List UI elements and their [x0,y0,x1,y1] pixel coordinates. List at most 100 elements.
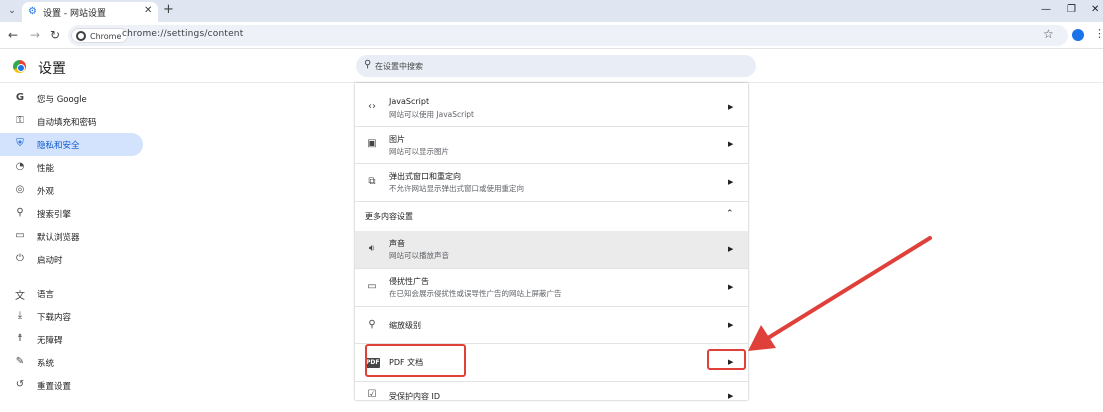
sidebar-item-system[interactable]: ✎ 系统 [0,351,143,374]
row-subtitle: 网站可以使用 JavaScript [389,110,474,119]
page-title: 设置 [38,61,66,77]
ad-icon: ▭ [367,281,377,292]
translate-icon: 文 [15,291,25,302]
chrome-logo-icon [13,60,26,73]
arrow-right-icon: ▶ [728,245,734,253]
row-title: 弹出式窗口和重定向 [389,172,461,181]
palette-icon: ◎ [15,184,25,195]
arrow-right-icon: ▶ [728,140,734,148]
power-icon: ⏻ [16,253,24,264]
tab-search-chevron-icon[interactable]: ⌄ [5,4,19,18]
speaker-icon: 🔉︎ [368,243,376,254]
section-title: 更多内容设置 [365,212,413,221]
sidebar-item-label: 重置设置 [37,382,72,392]
sidebar-item-accessibility[interactable]: ☨ 无障碍 [0,328,143,351]
sidebar-item-label: 系统 [37,359,55,369]
more-content-settings-toggle[interactable]: 更多内容设置 ⌃ [355,202,748,231]
sidebar-item-label: 下载内容 [37,313,72,323]
search-placeholder: 在设置中搜索 [375,62,423,71]
sidebar-item-label: 性能 [37,164,55,174]
row-subtitle: 不允许网站显示弹出式窗口或使用重定向 [389,184,524,193]
row-intrusive-ads[interactable]: ▭ 侵扰性广告 在已知会展示侵扰性或误导性广告的网站上屏蔽广告 ▶ [355,269,748,307]
new-tab-icon[interactable]: + [163,3,174,17]
row-zoom-levels[interactable]: ⚲ 缩放级别 ▶ [355,307,748,344]
row-title: JavaScript [389,97,430,106]
sidebar-item-label: 自动填充和密码 [37,118,97,128]
popup-icon: ⧉ [368,176,376,187]
site-chip[interactable]: Chrome [71,28,129,43]
sidebar-item-label: 外观 [37,187,55,197]
row-title: 受保护内容 ID [389,392,441,401]
sidebar-item-default-browser[interactable]: ▭ 默认浏览器 [0,225,143,248]
bookmark-star-icon[interactable]: ☆ [1043,27,1054,41]
forward-icon[interactable]: → [30,28,40,42]
arrow-right-icon: ▶ [728,283,734,291]
sidebar-item-label: 隐私和安全 [37,141,80,151]
annotation-highlight-pdf-arrow [707,349,746,370]
sidebar-item-google[interactable]: G 您与 Google [0,87,143,110]
minimize-icon[interactable]: — [1041,4,1051,15]
browser-toolbar: ← → ↻ Chrome chrome://settings/content [0,22,1103,49]
protected-content-icon: ☑ [367,389,377,400]
sidebar-item-languages[interactable]: 文 语言 [0,282,143,305]
browser-window-icon: ▭ [15,230,25,241]
key-icon: ⚿ [16,115,24,126]
sidebar-item-appearance[interactable]: ◎ 外观 [0,179,143,202]
chevron-up-icon: ⌃ [726,209,734,219]
close-icon[interactable]: ✕ [144,5,152,16]
chrome-icon [76,31,86,41]
search-icon: ⚲ [16,207,24,218]
sidebar-item-autofill[interactable]: ⚿ 自动填充和密码 [0,110,143,133]
arrow-right-icon: ▶ [728,103,734,111]
sidebar-item-label: 无障碍 [37,336,63,346]
arrow-right-icon: ▶ [728,321,734,329]
google-g-icon: G [15,92,25,103]
restore-icon[interactable]: ❐ [1067,4,1076,15]
row-subtitle: 网站可以播放声音 [389,251,449,260]
arrow-right-icon: ▶ [728,178,734,186]
back-icon[interactable]: ← [8,28,18,42]
image-icon: ▣ [367,138,377,149]
speedometer-icon: ◔ [15,161,25,172]
row-title: 缩放级别 [389,321,421,330]
sidebar-item-performance[interactable]: ◔ 性能 [0,156,143,179]
row-title: 声音 [389,239,405,248]
row-protected-content[interactable]: ☑ 受保护内容 ID ▶ [355,382,748,412]
sidebar-item-label: 默认浏览器 [37,233,80,243]
sidebar-item-label: 您与 Google [37,95,87,105]
annotation-highlight-pdf-label [365,344,466,377]
address-bar[interactable]: Chrome chrome://settings/content [68,25,1068,46]
sidebar-item-downloads[interactable]: ⤓ 下载内容 [0,305,143,328]
sidebar-item-reset[interactable]: ↺ 重置设置 [0,374,143,397]
sidebar-item-search-engine[interactable]: ⚲ 搜索引擎 [0,202,143,225]
sidebar-item-label: 启动时 [37,256,63,266]
shield-icon: ⛨ [16,138,24,149]
window-close-icon[interactable]: ✕ [1091,4,1099,15]
more-menu-icon[interactable]: ⋮ [1094,27,1103,40]
sidebar-item-label: 搜索引擎 [37,210,72,220]
sidebar-item-privacy[interactable]: ⛨ 隐私和安全 [0,133,143,156]
arrow-right-icon: ▶ [728,392,734,400]
reset-icon: ↺ [15,379,25,390]
row-subtitle: 在已知会展示侵扰性或误导性广告的网站上屏蔽广告 [389,289,562,298]
search-icon: ⚲ [364,59,372,70]
tab-title: 设置 - 网站设置 [43,9,106,19]
settings-search-input[interactable]: ⚲ 在设置中搜索 [356,55,756,77]
row-images[interactable]: ▣ 图片 网站可以显示图片 ▶ [355,127,748,164]
zoom-icon: ⚲ [368,319,376,330]
row-sound[interactable]: 🔉︎ 声音 网站可以播放声音 ▶ [355,231,748,269]
sidebar-item-label: 语言 [37,290,55,300]
row-javascript[interactable]: ‹› JavaScript 网站可以使用 JavaScript ▶ [355,90,748,127]
tab-settings[interactable]: ⚙ 设置 - 网站设置 ✕ [22,2,158,22]
url-text[interactable]: chrome://settings/content [122,29,243,39]
sidebar-item-on-startup[interactable]: ⏻ 启动时 [0,248,143,271]
accessibility-icon: ☨ [17,333,23,344]
wrench-icon: ✎ [15,356,25,367]
row-popups[interactable]: ⧉ 弹出式窗口和重定向 不允许网站显示弹出式窗口或使用重定向 ▶ [355,164,748,202]
settings-header: 设置 ⚲ 在设置中搜索 [0,49,1103,83]
row-title: 图片 [389,135,405,144]
tab-strip: ⌄ ⚙ 设置 - 网站设置 ✕ + — ❐ ✕ [0,0,1103,22]
profile-avatar[interactable] [1072,29,1084,41]
chip-label: Chrome [90,32,122,41]
reload-icon[interactable]: ↻ [50,28,60,42]
